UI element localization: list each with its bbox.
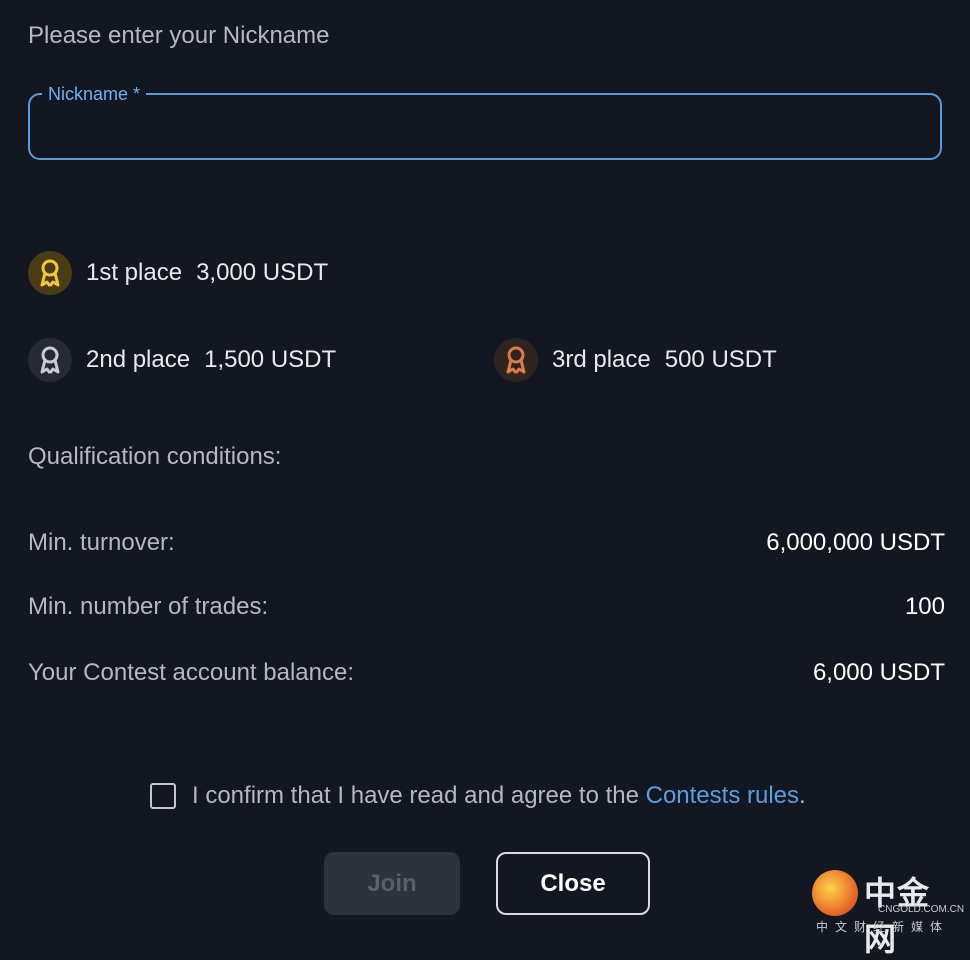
prize-second: 2nd place 1,500 USDT — [28, 338, 336, 382]
condition-row-turnover: Min. turnover: 6,000,000 USDT — [28, 529, 945, 557]
condition-label: Min. turnover: — [28, 529, 175, 556]
prize-third: 3rd place 500 USDT — [494, 338, 777, 382]
condition-value: 6,000 USDT — [812, 659, 945, 686]
watermark: 中金网 CNGOLD.COM.CN 中文财经新媒体 — [812, 868, 965, 957]
gold-medal-icon — [28, 251, 72, 295]
prize-amount: 500 USDT — [664, 346, 777, 373]
nickname-prompt: Please enter your Nickname — [28, 22, 330, 49]
nickname-field-label: Nickname * — [42, 83, 147, 105]
prize-place-label: 1st place — [86, 259, 183, 286]
confirm-text: I confirm that I have read and agree to … — [192, 782, 806, 810]
condition-row-trades: Min. number of trades: 100 — [28, 593, 945, 621]
confirm-rules: I confirm that I have read and agree to … — [150, 782, 806, 810]
watermark-domain: CNGOLD.COM.CN — [878, 904, 965, 915]
bronze-medal-icon — [494, 338, 538, 382]
prize-first: 1st place 3,000 USDT — [28, 251, 328, 295]
join-button[interactable]: Join — [324, 852, 460, 915]
confirm-text-suffix: . — [799, 782, 806, 809]
nickname-field[interactable]: Nickname * — [28, 83, 942, 160]
confirm-checkbox[interactable] — [150, 783, 176, 809]
condition-label: Min. number of trades: — [28, 593, 269, 620]
prize-amount: 3,000 USDT — [196, 259, 329, 286]
prize-place-label: 3rd place — [552, 346, 651, 373]
silver-medal-icon — [28, 338, 72, 382]
condition-row-balance: Your Contest account balance: 6,000 USDT — [28, 659, 945, 687]
prize-amount: 1,500 USDT — [204, 346, 337, 373]
contests-rules-link[interactable]: Contests rules — [646, 782, 799, 809]
condition-value: 100 — [904, 593, 945, 620]
watermark-logo-icon — [812, 870, 858, 916]
close-button[interactable]: Close — [496, 852, 650, 915]
confirm-text-main: I confirm that I have read and agree to … — [192, 782, 646, 809]
prize-place-label: 2nd place — [86, 346, 191, 373]
condition-label: Your Contest account balance: — [28, 659, 355, 686]
nickname-input[interactable] — [46, 109, 920, 147]
watermark-subtitle: 中文财经新媒体 — [816, 920, 950, 934]
condition-value: 6,000,000 USDT — [766, 529, 945, 556]
qualification-title: Qualification conditions: — [28, 443, 282, 470]
